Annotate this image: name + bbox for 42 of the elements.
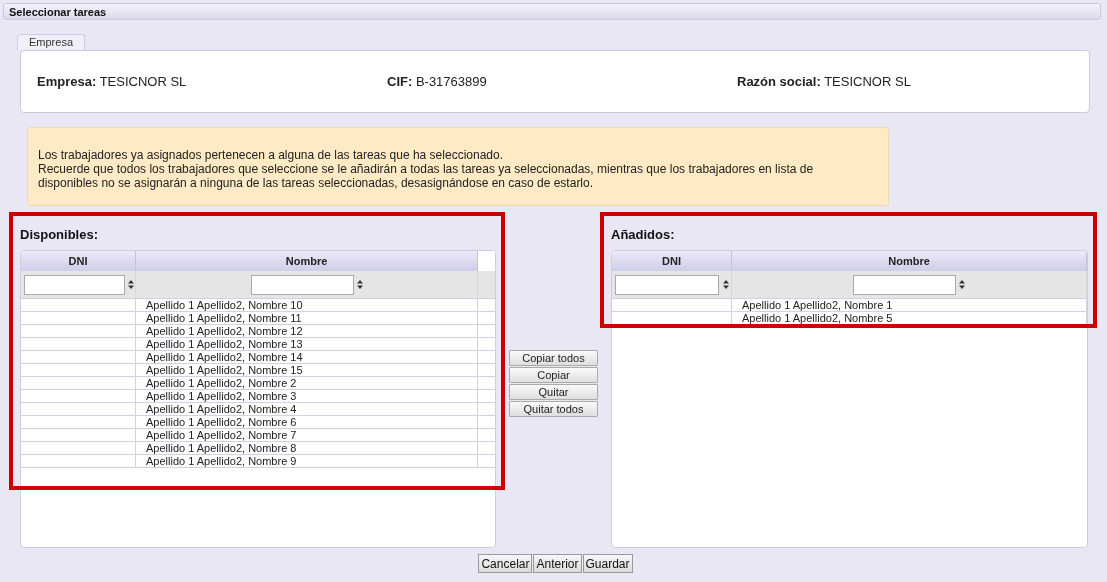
footer-button[interactable]: Anterior bbox=[533, 554, 582, 573]
table-cell: Apellido 1 Apellido2, Nombre 14 bbox=[135, 350, 478, 364]
table-cell: Apellido 1 Apellido2, Nombre 13 bbox=[135, 337, 478, 351]
sort-icon[interactable] bbox=[723, 280, 729, 289]
transfer-button[interactable]: Copiar bbox=[509, 367, 598, 383]
notice-text: Los trabajadores ya asignados pertenecen a alguna de las tareas que ha seleccionado. bbox=[38, 148, 504, 162]
column-header[interactable]: Nombre bbox=[731, 251, 1087, 271]
company-field: Razón social: TESICNOR SL bbox=[737, 74, 1089, 89]
table-cell: Apellido 1 Apellido2, Nombre 8 bbox=[135, 441, 478, 455]
table-cell: Apellido 1 Apellido2, Nombre 6 bbox=[135, 415, 478, 429]
company-field: Empresa: TESICNOR SL bbox=[37, 74, 387, 89]
table-cell: Apellido 1 Apellido2, Nombre 15 bbox=[135, 363, 478, 377]
table-cell: Apellido 1 Apellido2, Nombre 10 bbox=[135, 298, 478, 312]
list-title: Disponibles: bbox=[20, 226, 98, 244]
sort-icon[interactable] bbox=[959, 280, 965, 289]
transfer-button[interactable]: Quitar todos bbox=[509, 401, 598, 417]
footer-button[interactable]: Guardar bbox=[582, 554, 633, 573]
table-cell: Apellido 1 Apellido2, Nombre 7 bbox=[135, 428, 478, 442]
window-title: Seleccionar tareas bbox=[9, 6, 107, 18]
table-cell: Apellido 1 Apellido2, Nombre 5 bbox=[731, 311, 1087, 325]
filter-field[interactable] bbox=[24, 274, 125, 295]
column-header[interactable]: Nombre bbox=[135, 251, 478, 271]
filter-field[interactable] bbox=[615, 274, 719, 295]
transfer-button[interactable]: Quitar bbox=[509, 384, 598, 400]
list-title: Añadidos: bbox=[611, 226, 675, 244]
table-cell: Apellido 1 Apellido2, Nombre 9 bbox=[135, 454, 478, 468]
transfer-button[interactable]: Copiar todos bbox=[509, 350, 598, 366]
column-header[interactable]: DNI bbox=[612, 251, 732, 271]
sort-icon[interactable] bbox=[356, 280, 363, 289]
column-header[interactable]: DNI bbox=[21, 251, 136, 271]
table-cell: Apellido 1 Apellido2, Nombre 12 bbox=[135, 324, 478, 338]
table-cell: Apellido 1 Apellido2, Nombre 1 bbox=[731, 298, 1087, 312]
filter-field[interactable] bbox=[250, 274, 354, 295]
table-cell: Apellido 1 Apellido2, Nombre 4 bbox=[135, 402, 478, 416]
table-cell: Apellido 1 Apellido2, Nombre 11 bbox=[135, 311, 478, 325]
notice-text: Recuerde que todos los trabajadores que seleccione se le añadirán a todas las tareas ya seleccionadas, mientras que los trabajadores en lista de disponibles no se asignarán a ninguna de las tareas seleccionadas, desasignándose en caso de estarlo. bbox=[38, 162, 815, 190]
company-field: CIF: B-31763899 bbox=[387, 74, 737, 89]
tab[interactable]: Empresa bbox=[17, 34, 86, 50]
table-cell: Apellido 1 Apellido2, Nombre 3 bbox=[135, 389, 478, 403]
table-cell: Apellido 1 Apellido2, Nombre 2 bbox=[135, 376, 478, 390]
footer-button[interactable]: Cancelar bbox=[478, 554, 533, 573]
filter-field[interactable] bbox=[853, 274, 956, 295]
